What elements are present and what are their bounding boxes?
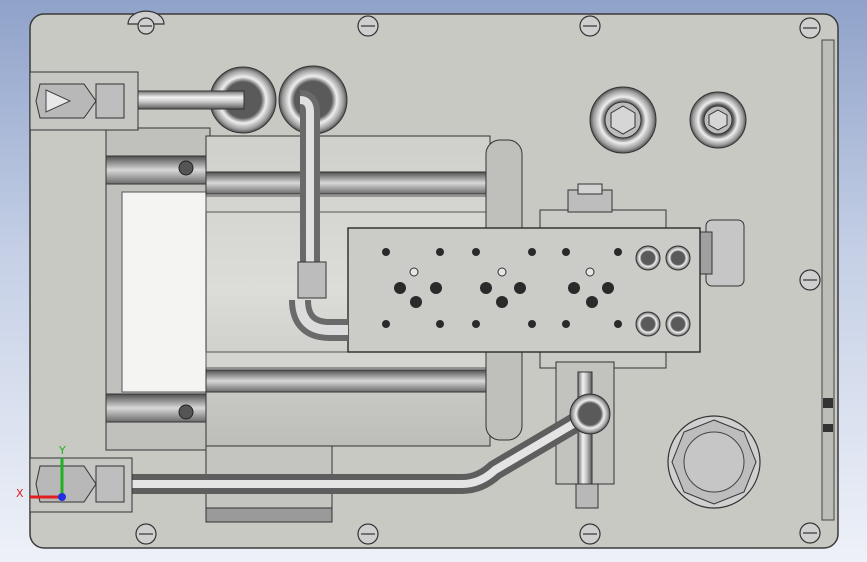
socket-cap-large xyxy=(589,86,657,154)
x-axis-label: X xyxy=(16,487,24,500)
fitting-bottom-left xyxy=(29,457,133,513)
screw-bottom-far-right xyxy=(799,522,821,544)
z-axis-dot xyxy=(58,493,66,501)
y-axis-label: Y xyxy=(58,444,66,457)
cad-viewport[interactable]: X Y xyxy=(0,0,867,562)
screw-top-far-right xyxy=(799,17,821,39)
screw-bottom-left xyxy=(135,523,157,545)
socket-cap-small xyxy=(689,91,747,149)
assembly-drawing: X Y xyxy=(16,10,839,549)
manifold-block xyxy=(347,227,701,353)
screw-top-mid xyxy=(357,15,379,37)
screw-right-mid xyxy=(799,269,821,291)
screw-bottom-mid xyxy=(357,523,379,545)
fitting-top-left xyxy=(29,71,139,131)
large-hex-nut xyxy=(667,415,761,509)
screw-bottom-right xyxy=(579,523,601,545)
screw-top-right xyxy=(579,15,601,37)
